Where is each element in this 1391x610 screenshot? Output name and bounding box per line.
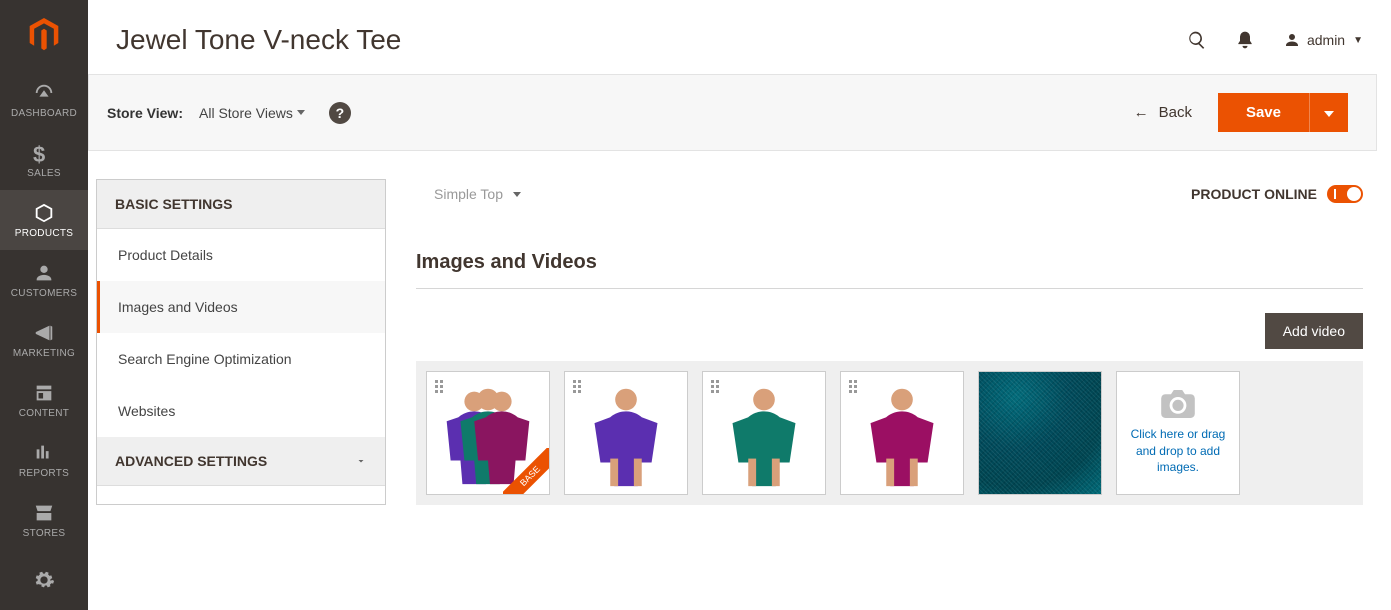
admin-sidebar: DASHBOARD $ SALES PRODUCTS CUSTOMERS MAR…	[0, 0, 88, 610]
nav-products[interactable]: PRODUCTS	[0, 190, 88, 250]
dollar-icon: $	[33, 142, 55, 164]
product-type-selector[interactable]: Simple Top	[416, 186, 521, 202]
advanced-settings-heading[interactable]: ADVANCED SETTINGS	[97, 437, 385, 486]
product-image	[703, 372, 825, 494]
chevron-down-icon	[513, 192, 521, 197]
page-title: Jewel Tone V-neck Tee	[116, 24, 1187, 56]
drag-handle-icon[interactable]	[573, 380, 583, 394]
save-button[interactable]: Save	[1218, 93, 1309, 132]
page-actions-toolbar: Store View: All Store Views ? ← Back Sav…	[88, 74, 1377, 151]
product-image	[841, 372, 963, 494]
drag-handle-icon[interactable]	[435, 380, 445, 394]
product-online-toggle[interactable]	[1327, 185, 1363, 203]
nav-stores[interactable]: STORES	[0, 490, 88, 550]
section-title: Images and Videos	[416, 251, 1363, 274]
chevron-down-icon	[355, 455, 367, 467]
caret-down-icon: ▼	[1353, 35, 1363, 46]
nav-customers[interactable]: CUSTOMERS	[0, 250, 88, 310]
camera-icon	[1161, 390, 1195, 418]
back-button[interactable]: ← Back	[1134, 104, 1192, 121]
nav-content[interactable]: CONTENT	[0, 370, 88, 430]
image-thumb-base[interactable]: BASE	[426, 371, 550, 495]
magento-logo[interactable]	[0, 0, 88, 70]
user-icon	[1283, 31, 1301, 49]
nav-dashboard[interactable]: DASHBOARD	[0, 70, 88, 130]
content-area: Simple Top PRODUCT ONLINE Images and Vid…	[416, 179, 1363, 505]
base-badge: BASE	[503, 448, 549, 494]
tab-images-and-videos[interactable]: Images and Videos	[97, 281, 385, 333]
nav-system[interactable]	[0, 550, 88, 610]
chevron-down-icon	[297, 110, 305, 115]
arrow-left-icon: ←	[1134, 104, 1149, 121]
product-image	[565, 372, 687, 494]
tab-product-details[interactable]: Product Details	[97, 229, 385, 281]
nav-reports[interactable]: REPORTS	[0, 430, 88, 490]
save-dropdown-button[interactable]	[1309, 93, 1348, 132]
tab-websites[interactable]: Websites	[97, 385, 385, 437]
nav-sales[interactable]: $ SALES	[0, 130, 88, 190]
store-view-label: Store View:	[107, 105, 183, 121]
nav-marketing[interactable]: MARKETING	[0, 310, 88, 370]
bell-icon[interactable]	[1235, 30, 1255, 50]
image-thumb-swatch[interactable]	[978, 371, 1102, 495]
product-image	[979, 372, 1101, 494]
image-thumb[interactable]	[702, 371, 826, 495]
help-icon[interactable]: ?	[329, 102, 351, 124]
image-thumb[interactable]	[564, 371, 688, 495]
image-gallery: BASE	[416, 361, 1363, 505]
product-online-label: PRODUCT ONLINE	[1191, 186, 1317, 202]
tab-seo[interactable]: Search Engine Optimization	[97, 333, 385, 385]
drag-handle-icon[interactable]	[711, 380, 721, 394]
chevron-down-icon	[1324, 111, 1334, 117]
upload-image-tile[interactable]: Click here or drag and drop to add image…	[1116, 371, 1240, 495]
add-video-button[interactable]: Add video	[1265, 313, 1363, 349]
admin-user-menu[interactable]: admin ▼	[1283, 31, 1363, 49]
basic-settings-heading[interactable]: BASIC SETTINGS	[97, 180, 385, 229]
store-view-selector[interactable]: All Store Views	[199, 105, 305, 121]
drag-handle-icon[interactable]	[849, 380, 859, 394]
settings-tabs-panel: BASIC SETTINGS Product Details Images an…	[96, 179, 386, 505]
image-thumb[interactable]	[840, 371, 964, 495]
search-icon[interactable]	[1187, 30, 1207, 50]
